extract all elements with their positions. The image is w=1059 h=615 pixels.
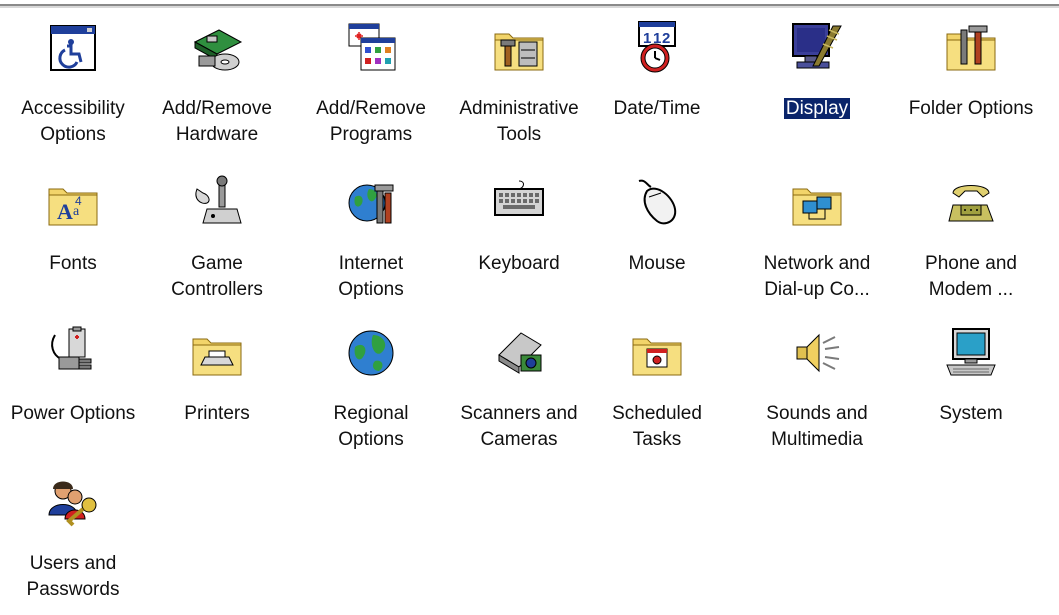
item-administrative-tools[interactable]: Administrative Tools xyxy=(446,20,592,160)
item-label: Power Options xyxy=(10,403,136,424)
item-label: Internet Options xyxy=(338,253,404,300)
svg-text:4: 4 xyxy=(75,194,82,208)
scheduled-tasks-folder-icon xyxy=(629,325,685,381)
item-label: Administrative Tools xyxy=(459,98,579,145)
printer-folder-icon xyxy=(189,325,245,381)
item-label: Scheduled Tasks xyxy=(612,403,702,450)
scanner-camera-icon xyxy=(491,325,547,381)
keyboard-icon xyxy=(491,175,547,231)
computer-icon xyxy=(943,325,999,381)
battery-plug-icon xyxy=(45,325,101,381)
item-label: Network and Dial-up Co... xyxy=(763,253,871,300)
item-display[interactable]: Display xyxy=(744,20,890,160)
item-label: Phone and Modem ... xyxy=(925,253,1017,300)
item-date-time[interactable]: 1 1 2 Date/Time xyxy=(584,20,730,160)
item-scheduled-tasks[interactable]: Scheduled Tasks xyxy=(584,325,730,465)
item-sounds-and-multimedia[interactable]: Sounds and Multimedia xyxy=(744,325,890,465)
item-label: Regional Options xyxy=(333,403,409,450)
calendar-clock-icon: 1 1 2 xyxy=(629,20,685,76)
phone-icon xyxy=(943,175,999,231)
item-phone-and-modem[interactable]: Phone and Modem ... xyxy=(898,175,1044,315)
joystick-icon xyxy=(189,175,245,231)
item-folder-options[interactable]: Folder Options xyxy=(898,20,1044,160)
item-label: Accessibility Options xyxy=(21,98,125,145)
item-network-and-dial-up[interactable]: Network and Dial-up Co... xyxy=(744,175,890,315)
item-add-remove-programs[interactable]: Add/Remove Programs xyxy=(298,20,444,160)
item-add-remove-hardware[interactable]: Add/Remove Hardware xyxy=(144,20,290,160)
item-accessibility-options[interactable]: Accessibility Options xyxy=(0,20,146,160)
item-system[interactable]: System xyxy=(898,325,1044,465)
item-label: Keyboard xyxy=(478,253,560,274)
users-key-icon xyxy=(45,475,101,531)
item-keyboard[interactable]: Keyboard xyxy=(446,175,592,315)
network-folder-icon xyxy=(789,175,845,231)
item-fonts[interactable]: A a 4 Fonts xyxy=(0,175,146,315)
svg-text:A: A xyxy=(57,199,73,224)
item-label: Add/Remove Hardware xyxy=(162,98,272,145)
item-label: Folder Options xyxy=(908,98,1034,119)
hardware-icon xyxy=(189,20,245,76)
tools-folder-icon xyxy=(491,20,547,76)
accessibility-icon xyxy=(45,20,101,76)
item-label: System xyxy=(939,403,1003,424)
globe-icon xyxy=(343,325,399,381)
item-power-options[interactable]: Power Options xyxy=(0,325,146,465)
globe-tools-icon xyxy=(343,175,399,231)
fonts-folder-icon: A a 4 xyxy=(45,175,101,231)
item-label: Mouse xyxy=(628,253,686,274)
item-label-selected: Display xyxy=(783,98,851,119)
item-label: Add/Remove Programs xyxy=(316,98,426,145)
item-game-controllers[interactable]: Game Controllers xyxy=(144,175,290,315)
item-label: Printers xyxy=(184,403,250,424)
item-label: Game Controllers xyxy=(171,253,263,300)
item-printers[interactable]: Printers xyxy=(144,325,290,465)
window-top-border xyxy=(0,0,1059,9)
item-label: Users and Passwords xyxy=(26,553,120,600)
item-users-and-passwords[interactable]: Users and Passwords xyxy=(0,475,146,615)
speaker-icon xyxy=(789,325,845,381)
item-mouse[interactable]: Mouse xyxy=(584,175,730,315)
mouse-icon xyxy=(629,175,685,231)
item-internet-options[interactable]: Internet Options xyxy=(298,175,444,315)
display-icon xyxy=(789,20,845,76)
item-regional-options[interactable]: Regional Options xyxy=(298,325,444,465)
svg-text:2: 2 xyxy=(662,30,670,47)
programs-icon xyxy=(343,20,399,76)
folder-options-icon xyxy=(943,20,999,76)
item-label: Date/Time xyxy=(613,98,701,119)
item-label: Fonts xyxy=(49,253,97,274)
item-label: Sounds and Multimedia xyxy=(766,403,868,450)
item-scanners-and-cameras[interactable]: Scanners and Cameras xyxy=(446,325,592,465)
item-label: Scanners and Cameras xyxy=(460,403,578,450)
